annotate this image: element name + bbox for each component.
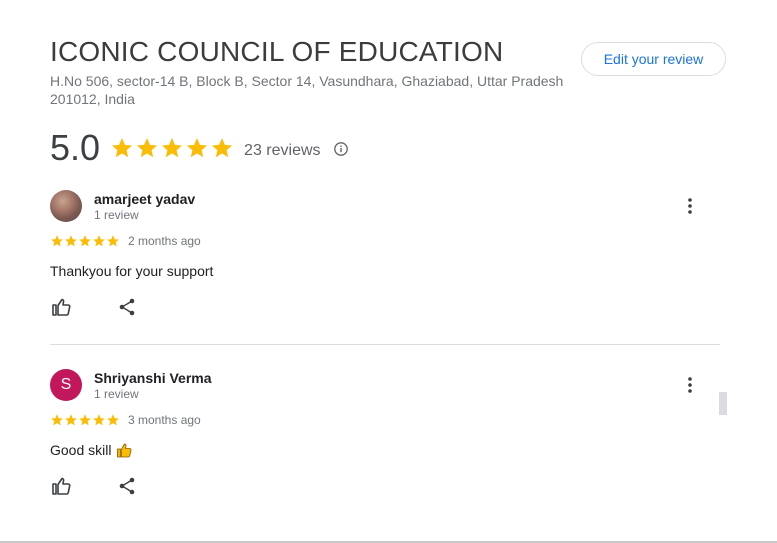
star-icon xyxy=(65,414,77,426)
star-icon xyxy=(79,414,91,426)
avatar[interactable]: S xyxy=(50,369,82,401)
more-options-icon[interactable] xyxy=(680,375,700,395)
review-rating: 2 months ago xyxy=(50,234,201,248)
star-icon xyxy=(93,414,105,426)
review-text: Thankyou for your support xyxy=(50,263,213,279)
star-icon xyxy=(212,138,233,158)
review-time: 3 months ago xyxy=(128,413,201,427)
reviewer-review-count: 1 review xyxy=(94,387,139,401)
rating-summary: 5.0 23 reviews xyxy=(50,126,349,170)
star-icon xyxy=(79,235,91,247)
review-text-content: Good skill xyxy=(50,442,112,458)
star-icon xyxy=(51,235,63,247)
rating-stars xyxy=(110,136,234,160)
reviewer-name[interactable]: amarjeet yadav xyxy=(94,191,195,207)
review-time: 2 months ago xyxy=(128,234,201,248)
avatar[interactable] xyxy=(50,190,82,222)
thumbs-up-emoji-icon xyxy=(116,442,132,458)
star-icon xyxy=(65,235,77,247)
place-address: H.No 506, sector-14 B, Block B, Sector 1… xyxy=(50,73,564,107)
reviews-count[interactable]: 23 reviews xyxy=(244,136,320,160)
review-actions xyxy=(50,475,138,497)
star-icon xyxy=(107,414,119,426)
review-item: amarjeet yadav 1 review 2 months ago Tha… xyxy=(50,190,720,330)
review-actions xyxy=(50,296,138,318)
review-divider xyxy=(50,344,720,345)
scrollbar-thumb[interactable] xyxy=(719,392,727,415)
more-options-icon[interactable] xyxy=(680,196,700,216)
share-icon[interactable] xyxy=(116,296,138,318)
star-icon xyxy=(51,414,63,426)
info-icon[interactable] xyxy=(333,139,349,157)
review-rating: 3 months ago xyxy=(50,413,201,427)
reviewer-review-count: 1 review xyxy=(94,208,139,222)
star-icon xyxy=(162,138,183,158)
review-stars xyxy=(50,413,120,427)
share-icon[interactable] xyxy=(116,475,138,497)
like-icon[interactable] xyxy=(50,296,72,318)
review-text-content: Thankyou for your support xyxy=(50,263,214,279)
review-item: S Shriyanshi Verma 1 review 3 months ago… xyxy=(50,369,720,509)
star-icon xyxy=(107,235,119,247)
review-text: Good skill xyxy=(50,442,132,458)
star-icon xyxy=(112,138,133,158)
review-stars xyxy=(50,234,120,248)
star-icon xyxy=(137,138,158,158)
edit-review-button[interactable]: Edit your review xyxy=(581,42,726,76)
star-icon xyxy=(93,235,105,247)
reviewer-name[interactable]: Shriyanshi Verma xyxy=(94,370,212,386)
place-title: ICONIC COUNCIL OF EDUCATION xyxy=(50,36,504,67)
like-icon[interactable] xyxy=(50,475,72,497)
rating-value: 5.0 xyxy=(50,127,101,168)
star-icon xyxy=(187,138,208,158)
